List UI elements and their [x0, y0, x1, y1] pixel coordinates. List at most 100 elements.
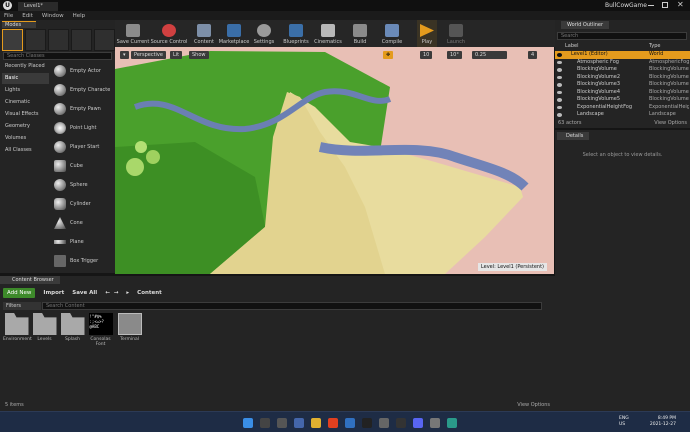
- search-content-input[interactable]: Search Content: [42, 302, 542, 310]
- asset-folder-levels[interactable]: Levels: [31, 313, 58, 342]
- actor-box-trigger[interactable]: Box Trigger: [51, 252, 111, 270]
- category-visual-effects[interactable]: Visual Effects: [2, 109, 49, 120]
- category-basic[interactable]: Basic: [2, 73, 49, 84]
- category-volumes[interactable]: Volumes: [2, 133, 49, 144]
- path-breadcrumb[interactable]: Content: [137, 290, 162, 296]
- category-cinematic[interactable]: Cinematic: [2, 97, 49, 108]
- menu-window[interactable]: Window: [42, 13, 64, 19]
- actor-player-start[interactable]: Player Start: [51, 138, 111, 156]
- eye-icon[interactable]: [557, 60, 562, 64]
- outliner-row[interactable]: BlockingVolume5 BlockingVolume: [555, 96, 690, 104]
- outliner-row[interactable]: ExponentialHeightFog ExponentialHeightFog: [555, 104, 690, 112]
- actor-empty-pawn[interactable]: Empty Pawn: [51, 100, 111, 118]
- content-browser-tab[interactable]: Content Browser: [0, 276, 60, 284]
- play-button[interactable]: Play: [417, 20, 437, 47]
- eye-icon[interactable]: [557, 105, 562, 109]
- discord-icon[interactable]: [413, 418, 423, 428]
- outliner-view-options-button[interactable]: View Options: [654, 120, 687, 126]
- outliner-row[interactable]: Atmospheric Fog AtmosphericFog: [555, 59, 690, 67]
- viewport-menu-button[interactable]: ▾: [120, 51, 129, 59]
- outliner-row[interactable]: Level1 (Editor) World: [555, 51, 690, 59]
- actor-empty-actor[interactable]: Empty Actor: [51, 62, 111, 80]
- eye-icon[interactable]: [557, 90, 562, 94]
- save-all-button[interactable]: Save All: [72, 290, 97, 296]
- eye-icon[interactable]: [557, 83, 562, 87]
- add-new-button[interactable]: Add New: [3, 288, 36, 298]
- level-tab[interactable]: Level1*: [18, 2, 58, 11]
- camera-speed-value[interactable]: 4: [528, 51, 538, 59]
- menu-help[interactable]: Help: [73, 13, 86, 19]
- maximize-icon[interactable]: [662, 2, 668, 8]
- paint-mode-icon[interactable]: [25, 29, 46, 51]
- windows-start-icon[interactable]: [243, 418, 253, 428]
- eye-icon[interactable]: [557, 53, 562, 57]
- grid-snap-value[interactable]: 10: [420, 51, 433, 59]
- actor-cone[interactable]: Cone: [51, 214, 111, 232]
- actor-empty-character[interactable]: Empty Character: [51, 81, 111, 99]
- menu-edit[interactable]: Edit: [22, 13, 33, 19]
- perspective-button[interactable]: Perspective: [131, 51, 166, 59]
- category-recently-placed[interactable]: Recently Placed: [2, 61, 49, 72]
- app-icon[interactable]: [379, 418, 389, 428]
- details-tab[interactable]: Details: [557, 132, 589, 140]
- actor-cylinder[interactable]: Cylinder: [51, 195, 111, 213]
- app-icon[interactable]: [430, 418, 440, 428]
- back-arrow-icon[interactable]: ←: [105, 290, 110, 296]
- actor-cube[interactable]: Cube: [51, 157, 111, 175]
- search-classes-input[interactable]: Search Classes: [3, 52, 112, 60]
- view-options-button[interactable]: View Options: [517, 402, 550, 408]
- actor-point-light[interactable]: Point Light: [51, 119, 111, 137]
- file-explorer-icon[interactable]: [311, 418, 321, 428]
- launch-button[interactable]: Launch: [445, 20, 467, 47]
- cinematics-button[interactable]: Cinematics: [314, 20, 342, 47]
- type-column-header[interactable]: Type: [649, 43, 660, 49]
- brave-browser-icon[interactable]: [328, 418, 338, 428]
- eye-icon[interactable]: [557, 68, 562, 72]
- level-viewport[interactable]: ▾ Perspective Lit Show ✥ 10 10° 0.25 4 L…: [115, 47, 554, 274]
- outliner-row[interactable]: BlockingVolume4 BlockingVolume: [555, 89, 690, 97]
- modes-tab[interactable]: Modes: [2, 21, 36, 28]
- forward-arrow-icon[interactable]: →: [114, 290, 119, 296]
- asset-folder-environment[interactable]: Environment: [3, 313, 32, 342]
- asset-consolas-font[interactable]: !"#$%:;<=>? @ABC Consolas Font: [87, 313, 114, 347]
- settings-button[interactable]: Settings: [252, 20, 276, 47]
- asset-folder-splash[interactable]: Splash: [59, 313, 86, 342]
- app-icon[interactable]: [447, 418, 457, 428]
- save-current-button[interactable]: Save Current: [117, 20, 149, 47]
- asset-terminal[interactable]: Terminal: [116, 313, 143, 342]
- task-view-icon[interactable]: [277, 418, 287, 428]
- outliner-row[interactable]: BlockingVolume3 BlockingVolume: [555, 81, 690, 89]
- world-outliner-tab[interactable]: World Outliner: [561, 21, 609, 29]
- outliner-row[interactable]: BlockingVolume2 BlockingVolume: [555, 74, 690, 82]
- minimize-icon[interactable]: [648, 5, 654, 6]
- system-clock[interactable]: 8:49 PM 2021-12-27: [650, 416, 676, 428]
- blueprints-button[interactable]: Blueprints: [282, 20, 310, 47]
- outliner-row[interactable]: BlockingVolume BlockingVolume: [555, 66, 690, 74]
- landscape-mode-icon[interactable]: [48, 29, 69, 51]
- category-lights[interactable]: Lights: [2, 85, 49, 96]
- translate-icon[interactable]: ✥: [383, 51, 394, 59]
- place-mode-icon[interactable]: [2, 29, 23, 51]
- menu-file[interactable]: File: [4, 13, 13, 19]
- label-column-header[interactable]: Label: [565, 43, 579, 49]
- close-icon[interactable]: ✕: [677, 0, 684, 9]
- import-button[interactable]: Import: [43, 290, 64, 296]
- filters-button[interactable]: Filters: [3, 302, 41, 310]
- unreal-engine-app-icon[interactable]: [396, 418, 406, 428]
- content-button[interactable]: Content: [192, 20, 216, 47]
- actor-plane[interactable]: Plane: [51, 233, 111, 251]
- actor-sphere[interactable]: Sphere: [51, 176, 111, 194]
- eye-icon[interactable]: [557, 98, 562, 102]
- search-icon[interactable]: [260, 418, 270, 428]
- rotation-snap-value[interactable]: 10°: [447, 51, 462, 59]
- eye-icon[interactable]: [557, 113, 562, 117]
- widgets-icon[interactable]: [294, 418, 304, 428]
- scale-snap-value[interactable]: 0.25: [472, 51, 507, 59]
- foliage-mode-icon[interactable]: [71, 29, 92, 51]
- language-indicator[interactable]: ENG US: [619, 416, 629, 428]
- geometry-mode-icon[interactable]: [94, 29, 115, 51]
- category-geometry[interactable]: Geometry: [2, 121, 49, 132]
- compile-button[interactable]: Compile: [381, 20, 403, 47]
- terminal-app-icon[interactable]: [362, 418, 372, 428]
- source-control-button[interactable]: Source Control: [151, 20, 187, 47]
